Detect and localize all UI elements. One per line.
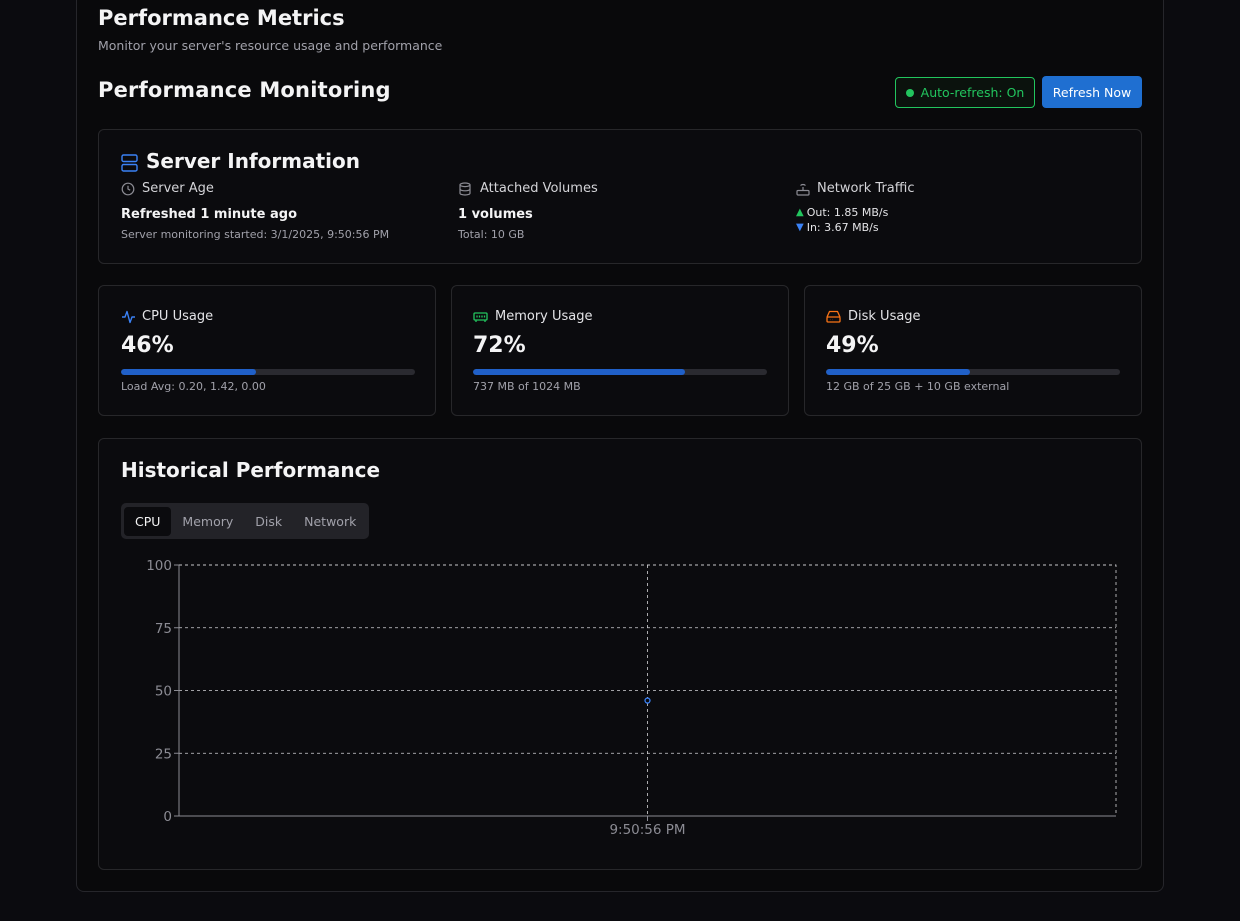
y-tick-label: 50 [155,684,172,700]
auto-refresh-label: Auto-refresh: On [920,85,1025,100]
auto-refresh-toggle[interactable]: Auto-refresh: On [895,77,1035,108]
history-tabs: CPU Memory Disk Network [121,503,369,539]
volumes-label: Attached Volumes [480,181,598,196]
volumes-detail: Total: 10 GB [458,228,525,241]
tab-network[interactable]: Network [293,507,367,536]
disk-usage-label: Disk Usage [848,309,921,324]
disk-usage-bar [826,369,1120,375]
memory-chip-icon [473,312,488,322]
cpu-load-average: Load Avg: 0.20, 1.42, 0.00 [121,380,266,393]
cpu-usage-value: 46% [121,333,174,358]
cpu-usage-bar-fill [121,369,257,375]
tab-cpu[interactable]: CPU [124,506,172,536]
server-age-label: Server Age [142,181,214,196]
volumes-value: 1 volumes [458,207,533,222]
cpu-history-chart: 0 25 50 75 100 9:50:56 PM [146,558,1117,838]
clock-icon [121,182,135,196]
historical-performance-title: Historical Performance [121,458,381,482]
page-title: Performance Metrics [98,6,345,30]
network-in-value: In: 3.67 MB/s [806,221,879,234]
arrow-down-icon: ▼ [796,222,804,233]
refresh-now-button[interactable]: Refresh Now [1042,76,1142,108]
cpu-usage-bar [121,369,415,375]
disk-usage-bar-fill [826,369,971,375]
hard-drive-icon [826,310,841,323]
page-subtitle: Monitor your server's resource usage and… [98,38,443,53]
network-out: ▲ Out: 1.85 MB/s [796,206,888,219]
server-age-value: Refreshed 1 minute ago [121,207,298,222]
tab-memory[interactable]: Memory [171,507,244,536]
server-age-detail: Server monitoring started: 3/1/2025, 9:5… [121,228,390,241]
data-point [644,697,651,704]
disk-usage-detail: 12 GB of 25 GB + 10 GB external [826,380,1010,393]
server-info-title: Server Information [146,149,360,173]
cpu-usage-label: CPU Usage [142,309,214,324]
memory-usage-detail: 737 MB of 1024 MB [473,380,581,393]
network-label: Network Traffic [817,181,915,196]
y-tick-label: 25 [155,746,172,762]
x-tick-label: 9:50:56 PM [609,822,685,838]
memory-usage-bar [473,369,767,375]
arrow-up-icon: ▲ [796,207,804,218]
router-icon [796,183,810,196]
memory-usage-value: 72% [473,333,526,358]
activity-icon [122,310,135,324]
y-tick-label: 0 [163,809,172,825]
y-tick-label: 100 [146,558,172,574]
network-in: ▼ In: 3.67 MB/s [796,221,879,234]
status-dot-icon [905,88,914,97]
server-icon [121,154,138,172]
monitoring-title: Performance Monitoring [98,78,391,102]
memory-usage-bar-fill [473,369,685,375]
memory-usage-label: Memory Usage [495,309,593,324]
network-out-value: Out: 1.85 MB/s [806,206,889,219]
tab-disk[interactable]: Disk [244,507,293,536]
disk-usage-value: 49% [826,333,879,358]
y-tick-label: 75 [155,621,172,637]
database-icon [459,182,471,196]
